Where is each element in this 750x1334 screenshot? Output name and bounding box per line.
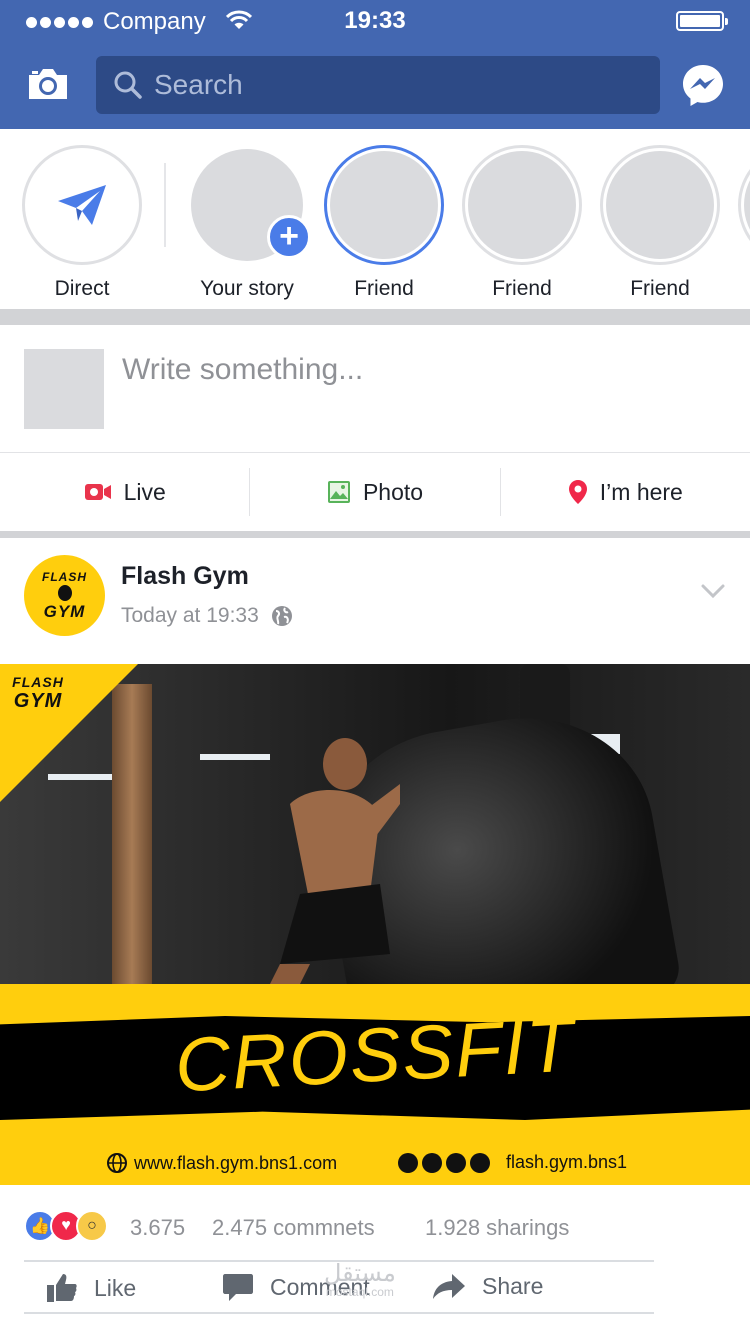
composer-placeholder[interactable]: Write something... bbox=[122, 353, 363, 387]
story-label: Friend bbox=[354, 277, 414, 300]
social-handle: flash.gym.bns1 bbox=[506, 1152, 628, 1172]
search-input[interactable] bbox=[154, 69, 634, 101]
story-your-story[interactable]: + Your story bbox=[187, 145, 311, 301]
website-text: www.flash.gym.bns1.com bbox=[134, 1152, 338, 1173]
facebook-icon bbox=[470, 1152, 490, 1173]
search-icon bbox=[114, 71, 142, 99]
location-pin-icon bbox=[568, 480, 587, 504]
add-story-icon[interactable]: + bbox=[267, 215, 311, 259]
top-header: Company 19:33 bbox=[0, 0, 750, 129]
story-direct[interactable]: Direct bbox=[22, 145, 142, 301]
kettlebell-icon bbox=[57, 584, 72, 601]
stories-row: Direct + Your story Friend Friend Friend bbox=[0, 129, 750, 309]
story-avatar bbox=[462, 145, 582, 265]
photo-button[interactable]: Photo bbox=[249, 468, 499, 516]
status-time: 19:33 bbox=[344, 7, 406, 34]
logo-text-top: FLASH bbox=[42, 569, 87, 584]
thumbs-up-icon bbox=[47, 1274, 77, 1302]
comments-count[interactable]: 2.475 commnets bbox=[212, 1215, 375, 1241]
section-divider bbox=[0, 309, 750, 325]
stories-divider bbox=[164, 163, 166, 247]
story-avatar: + bbox=[187, 145, 311, 265]
post-composer[interactable]: Write something... bbox=[0, 325, 750, 453]
battery-icon bbox=[676, 11, 728, 31]
divider bbox=[24, 1312, 654, 1314]
athlete-figure bbox=[260, 738, 400, 1004]
story-avatar bbox=[600, 145, 720, 265]
globe-icon bbox=[271, 606, 292, 626]
live-button[interactable]: Live bbox=[0, 468, 249, 516]
story-avatar bbox=[22, 145, 142, 265]
website: www.flash.gym.bns1.com bbox=[106, 1152, 337, 1174]
section-divider bbox=[0, 531, 750, 538]
instagram-icon bbox=[398, 1152, 418, 1173]
composer-actions: Live Photo I’m here bbox=[0, 453, 750, 531]
status-bar: Company 19:33 bbox=[0, 0, 750, 42]
share-button[interactable]: Share bbox=[432, 1272, 543, 1300]
chevron-down-icon[interactable] bbox=[700, 578, 726, 604]
watermark: مستقل mostaql.com bbox=[324, 1260, 396, 1299]
watermark-arabic: مستقل bbox=[324, 1260, 396, 1287]
like-label: Like bbox=[94, 1274, 137, 1301]
story-avatar bbox=[324, 145, 444, 265]
video-camera-icon bbox=[84, 484, 111, 500]
post-author[interactable]: Flash Gym bbox=[121, 562, 249, 591]
post-stats: 👍 ♥ ○ 3.675 2.475 commnets 1.928 sharing… bbox=[0, 1185, 750, 1261]
like-button[interactable]: Like bbox=[46, 1272, 136, 1304]
story-label: Friend bbox=[630, 277, 690, 300]
camera-icon[interactable] bbox=[26, 66, 70, 102]
story-label: Your story bbox=[200, 277, 294, 300]
youtube-icon bbox=[422, 1152, 442, 1173]
photo-icon bbox=[327, 481, 350, 503]
story-friend[interactable]: Friend bbox=[462, 145, 582, 301]
post-time-text: Today at 19:33 bbox=[121, 604, 259, 627]
logo-text-bottom: GYM bbox=[43, 601, 86, 621]
corner-logo-bottom: GYM bbox=[13, 690, 63, 712]
globe-icon bbox=[107, 1153, 127, 1173]
shares-count[interactable]: 1.928 sharings bbox=[425, 1215, 569, 1241]
story-avatar bbox=[738, 145, 750, 265]
share-label: Share bbox=[482, 1272, 544, 1299]
post-header: FLASH GYM Flash Gym Today at 19:33 bbox=[0, 538, 750, 664]
messenger-icon[interactable] bbox=[681, 63, 725, 107]
story-friend[interactable]: Friend bbox=[600, 145, 720, 301]
search-bar[interactable] bbox=[96, 56, 660, 114]
story-label: Direct bbox=[54, 277, 110, 300]
avatar bbox=[24, 349, 104, 429]
paper-plane-icon bbox=[58, 185, 106, 225]
live-label: Live bbox=[123, 478, 166, 505]
reaction-icons[interactable]: 👍 ♥ ○ bbox=[24, 1210, 108, 1242]
twitter-icon bbox=[446, 1152, 466, 1173]
page-avatar[interactable]: FLASH GYM bbox=[24, 555, 105, 636]
story-label: Friend bbox=[492, 277, 552, 300]
post-image[interactable]: FLASH GYM CROSSFIT www.flash.gym.bns1.co… bbox=[0, 664, 750, 1185]
story-friend[interactable]: Friend bbox=[324, 145, 444, 301]
photo-label: Photo bbox=[362, 478, 424, 505]
share-icon bbox=[433, 1274, 465, 1299]
reactions-count[interactable]: 3.675 bbox=[130, 1215, 185, 1241]
check-in-button[interactable]: I’m here bbox=[499, 468, 750, 516]
wow-reaction-icon: ○ bbox=[76, 1210, 108, 1242]
watermark-latin: mostaql.com bbox=[325, 1285, 394, 1299]
check-in-label: I’m here bbox=[599, 478, 683, 505]
comment-icon bbox=[223, 1274, 253, 1301]
corner-logo: FLASH GYM bbox=[8, 674, 68, 713]
social-links: flash.gym.bns1 bbox=[398, 1152, 627, 1173]
story-friend-partial[interactable] bbox=[738, 145, 750, 265]
post-time: Today at 19:33 bbox=[121, 604, 293, 628]
corner-logo-top: FLASH bbox=[12, 674, 64, 690]
